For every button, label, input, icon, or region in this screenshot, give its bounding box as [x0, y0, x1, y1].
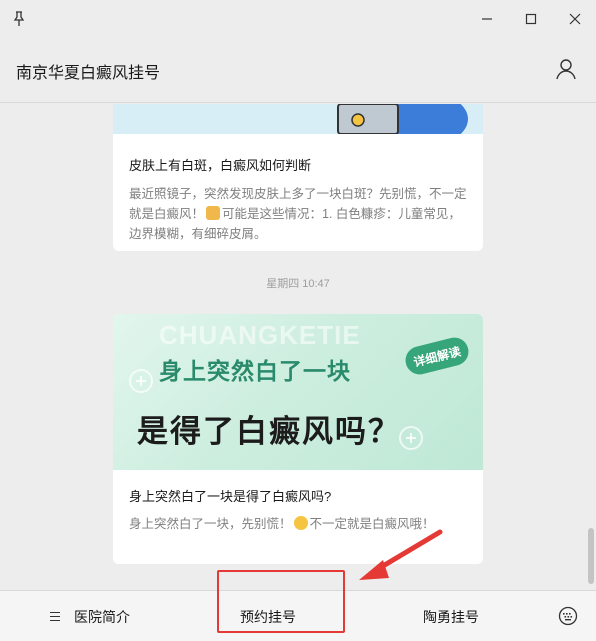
article-title: 皮肤上有白斑，白癜风如何判断: [129, 158, 312, 173]
banner-subheadline: 是得了白癜风吗？: [137, 414, 401, 449]
article-card[interactable]: 皮肤上有白斑，白癜风如何判断 最近照镜子，突然发现皮肤上多了一块白斑？先别慌，不…: [113, 104, 483, 251]
message-timestamp: 星期四 10:47: [266, 278, 330, 290]
menu-label: 陶勇挂号: [423, 608, 479, 625]
menu-label: 医院简介: [74, 608, 130, 625]
maximize-icon: [525, 13, 537, 25]
summary-part: 身上突然白了一块，先别慌！: [129, 517, 292, 531]
chat-title: 南京华夏白癜风挂号: [16, 65, 161, 82]
chat-header: 南京华夏白癜风挂号: [0, 40, 596, 103]
banner-watermark: CHUANGKETIE: [159, 320, 361, 350]
maximize-button[interactable]: [519, 9, 543, 29]
chat-area[interactable]: 皮肤上有白斑，白癜风如何判断 最近照镜子，突然发现皮肤上多了一块白斑？先别慌，不…: [0, 104, 596, 590]
menu-taoyong-appointment[interactable]: 陶勇挂号: [423, 591, 479, 641]
plus-decoration-icon: [129, 369, 153, 393]
banner-headline: 身上突然白了一块: [159, 358, 351, 384]
keyboard-icon[interactable]: [558, 606, 578, 626]
minimize-button[interactable]: [475, 9, 499, 29]
pointing-hand-emoji: [206, 206, 221, 220]
article-title: 身上突然白了一块是得了白癜风吗?: [129, 489, 332, 504]
menu-label: 预约挂号: [240, 608, 296, 625]
banner-tag: 详细解读: [402, 334, 472, 378]
menu-lines-icon: [50, 611, 62, 622]
thinking-face-emoji: [293, 516, 308, 530]
close-button[interactable]: [563, 9, 587, 29]
article-summary: 最近照镜子，突然发现皮肤上多了一块白斑？先别慌，不一定就是白癜风！ 可能是这些情况…: [113, 184, 483, 244]
article-card[interactable]: CHUANGKETIE 身上突然白了一块 详细解读 是得了白癜风吗？ 身上突然白…: [113, 314, 483, 564]
summary-part: 不一定就是白癜风哦！: [309, 517, 435, 531]
article-banner: [113, 104, 483, 134]
close-icon: [569, 13, 581, 25]
pin-icon[interactable]: [12, 11, 26, 27]
article-summary: 身上突然白了一块，先别慌！ 不一定就是白癜风哦！: [113, 514, 483, 534]
scrollbar-thumb[interactable]: [588, 528, 594, 584]
menu-appointment[interactable]: 预约挂号: [240, 591, 296, 641]
article-banner: CHUANGKETIE 身上突然白了一块 详细解读 是得了白癜风吗？: [113, 314, 483, 470]
profile-icon[interactable]: [554, 57, 578, 81]
bottom-menu-bar: 医院简介 预约挂号 陶勇挂号: [0, 590, 596, 641]
window-titlebar: [0, 0, 596, 40]
minimize-icon: [482, 18, 492, 20]
plus-decoration-icon: [399, 426, 423, 450]
menu-hospital-intro[interactable]: 医院简介: [50, 591, 130, 641]
